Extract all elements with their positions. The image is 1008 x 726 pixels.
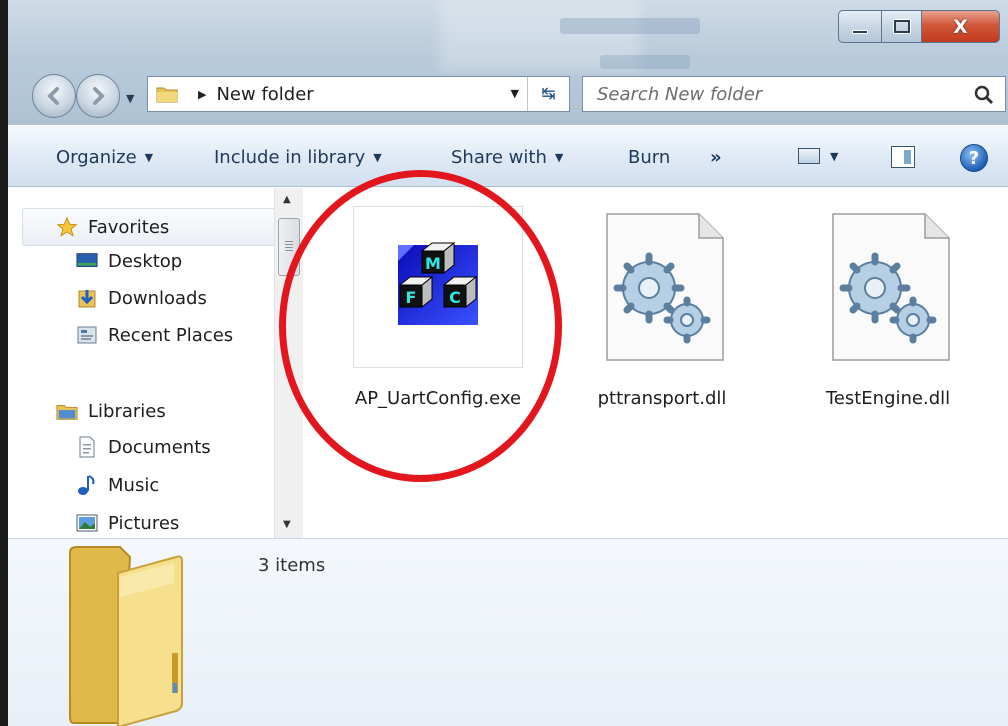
folder-icon (156, 87, 178, 103)
back-button[interactable] (32, 74, 76, 118)
nav-libraries[interactable]: Libraries (56, 396, 166, 426)
address-bar[interactable]: ▶ New folder ▼ ↹ (147, 76, 570, 112)
nav-item-label: Documents (108, 436, 211, 458)
search-icon[interactable] (973, 84, 995, 106)
share-with-menu[interactable]: Share with ▼ (451, 147, 563, 168)
nav-item-music[interactable]: Music (76, 470, 159, 500)
scroll-up-arrow-icon[interactable]: ▲ (283, 194, 291, 205)
file-list: M F C AP_UartConfig.exe pttransport.dll … (304, 188, 1008, 538)
file-thumbnail (577, 206, 747, 368)
help-icon: ? (968, 147, 980, 169)
star-icon (56, 216, 78, 237)
breadcrumb-new-folder[interactable]: New folder (216, 84, 313, 105)
dll-gears-icon (606, 213, 724, 361)
change-view-button[interactable]: ▼ (798, 148, 838, 164)
music-icon (76, 475, 98, 495)
maximize-icon (892, 19, 911, 34)
nav-item-label: Downloads (108, 287, 207, 309)
details-pane: 3 items (8, 538, 1008, 726)
svg-text:C: C (449, 288, 461, 307)
close-icon: X (953, 15, 968, 38)
chevron-down-icon: ▼ (144, 151, 154, 164)
nav-item-documents[interactable]: Documents (76, 432, 211, 462)
mfc-app-icon: M F C (398, 241, 478, 325)
forward-button[interactable] (76, 74, 120, 118)
minimize-button[interactable] (838, 10, 882, 43)
file-item-pttransport[interactable]: pttransport.dll (562, 206, 762, 412)
command-bar: Organize ▼ Include in library ▼ Share with… (8, 125, 1008, 187)
nav-item-pictures[interactable]: Pictures (76, 508, 179, 538)
maximize-button[interactable] (882, 10, 922, 43)
file-thumbnail (803, 206, 973, 368)
burn-button[interactable]: Burn (628, 147, 670, 168)
refresh-button[interactable]: ↹ (527, 77, 569, 111)
item-count: 3 items (258, 555, 326, 576)
minimize-icon (852, 29, 868, 34)
file-name: AP_UartConfig.exe (354, 388, 522, 409)
nav-libraries-label: Libraries (88, 400, 166, 422)
nav-favorites-label: Favorites (88, 216, 170, 238)
navigation-scrollbar[interactable]: ▲ ▼ (274, 188, 303, 538)
chevron-down-icon: ▼ (373, 151, 382, 164)
libraries-icon (56, 401, 78, 421)
preview-pane-button[interactable] (891, 146, 915, 168)
documents-icon (76, 436, 98, 458)
file-name: TestEngine.dll (825, 388, 951, 409)
pictures-icon (76, 513, 98, 533)
breadcrumb-separator-icon[interactable]: ▶ (198, 88, 206, 101)
recent-pages-dropdown[interactable]: ▼ (126, 92, 134, 105)
recent-places-icon (76, 325, 98, 345)
file-name: pttransport.dll (597, 388, 727, 409)
include-in-library-menu[interactable]: Include in library ▼ (214, 147, 382, 168)
scrollbar-thumb[interactable] (278, 218, 300, 276)
dll-gears-icon (832, 213, 950, 361)
address-history-dropdown[interactable]: ▼ (511, 87, 519, 100)
file-thumbnail: M F C (353, 206, 523, 368)
nav-item-downloads[interactable]: Downloads (76, 283, 207, 313)
svg-text:M: M (425, 254, 441, 273)
svg-text:F: F (406, 288, 417, 307)
nav-favorites[interactable]: Favorites (56, 212, 169, 242)
file-item-testengine[interactable]: TestEngine.dll (788, 206, 988, 412)
file-item-ap-uartconfig[interactable]: M F C AP_UartConfig.exe (338, 206, 538, 412)
search-input[interactable]: Search New folder (597, 84, 762, 105)
window-border (0, 0, 8, 726)
nav-item-label: Pictures (108, 512, 180, 534)
more-commands-button[interactable]: » (710, 147, 722, 168)
nav-item-label: Desktop (108, 250, 183, 272)
nav-item-recent-places[interactable]: Recent Places (76, 320, 233, 350)
close-button[interactable]: X (922, 10, 1000, 43)
chevron-down-icon: ▼ (830, 149, 839, 163)
nav-item-label: Recent Places (108, 324, 234, 346)
desktop-icon (76, 251, 98, 271)
forward-arrow-icon (93, 87, 105, 105)
search-box[interactable]: Search New folder (582, 76, 1006, 112)
aero-glass-reflection (560, 18, 700, 34)
organize-menu[interactable]: Organize ▼ (56, 147, 153, 168)
nav-item-label: Music (108, 474, 160, 496)
folder-icon (69, 546, 183, 726)
view-icon (798, 148, 820, 164)
caption-buttons: X (838, 10, 1000, 43)
chevron-down-icon: ▼ (554, 151, 564, 164)
aero-glass-reflection (600, 55, 690, 69)
refresh-icon: ↹ (541, 84, 556, 104)
downloads-icon (76, 288, 98, 308)
navigation-pane: Favorites Desktop Downloads Recent Place… (8, 188, 276, 538)
scroll-down-arrow-icon[interactable]: ▼ (283, 519, 291, 530)
help-button[interactable]: ? (960, 144, 988, 172)
window-title-bar: X ▼ ▶ New folder ▼ ↹ Search New folder (0, 0, 1008, 125)
back-arrow-icon (47, 87, 59, 105)
nav-item-desktop[interactable]: Desktop (76, 246, 182, 276)
